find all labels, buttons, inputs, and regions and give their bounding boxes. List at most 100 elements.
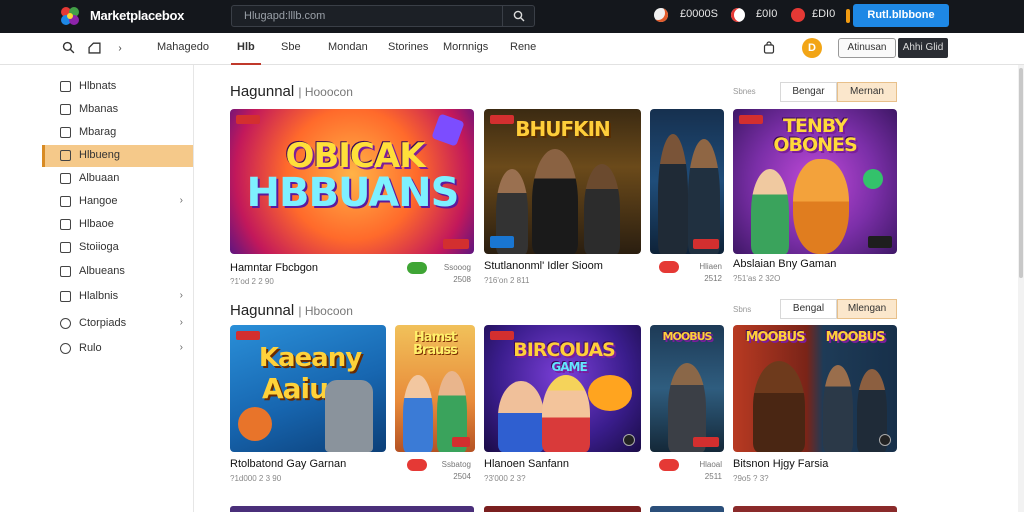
card-7-creature bbox=[588, 375, 632, 411]
game-card-10[interactable] bbox=[230, 506, 474, 512]
circle-icon bbox=[60, 318, 71, 329]
game-card-13[interactable] bbox=[733, 506, 897, 512]
card-3-badge bbox=[693, 239, 719, 249]
sidebar-item-12[interactable]: Rulo › bbox=[42, 338, 193, 360]
square-icon bbox=[60, 291, 71, 302]
bell-icon[interactable] bbox=[731, 8, 745, 22]
card-1-subtitle: ?1'od 2 2 90 bbox=[230, 277, 274, 286]
game-card-6[interactable]: Hamst Brauss bbox=[395, 325, 475, 452]
card-4-title[interactable]: Abslaian Bny Gaman bbox=[733, 258, 836, 270]
section-2-sort-option-2[interactable]: Mlengan bbox=[837, 299, 897, 319]
fire-icon[interactable] bbox=[654, 8, 668, 22]
tab-4[interactable]: Mondan bbox=[328, 41, 368, 53]
sidebar-item-7[interactable]: Hlbaoe bbox=[42, 214, 193, 236]
card-2-character-1 bbox=[532, 149, 578, 254]
gift-icon[interactable] bbox=[791, 8, 805, 22]
card-5-price-pill[interactable] bbox=[407, 459, 427, 471]
game-card-3[interactable] bbox=[650, 109, 724, 254]
logo-icon[interactable] bbox=[58, 4, 82, 28]
sidebar-item-8[interactable]: Stoiioga bbox=[42, 237, 193, 259]
sidebar-item-10[interactable]: Hlalbnis › bbox=[42, 286, 193, 308]
card-1-price-pill[interactable] bbox=[407, 262, 427, 274]
square-icon bbox=[60, 219, 71, 230]
card-7-art-subtitle: GAME bbox=[551, 360, 587, 374]
game-card-2[interactable]: BHUFKIN bbox=[484, 109, 641, 254]
sidebar-item-2[interactable]: Mbanas bbox=[42, 99, 193, 121]
arrow-icon[interactable]: › bbox=[112, 41, 128, 57]
card-7-tag bbox=[490, 331, 514, 340]
sidebar-item-5[interactable]: Albuaan bbox=[42, 168, 193, 190]
tab-6[interactable]: Mornnigs bbox=[443, 41, 488, 53]
tab-7[interactable]: Rene bbox=[510, 41, 536, 53]
square-icon bbox=[60, 196, 71, 207]
section-2-subtitle-text: Hbocoon bbox=[304, 304, 353, 318]
section-1-subtitle: | Hooocon bbox=[298, 85, 353, 99]
card-7-art-title: BIRCOUAS bbox=[513, 339, 616, 361]
scrollbar-thumb[interactable] bbox=[1019, 68, 1023, 278]
game-card-9[interactable]: MOOBUS MOOBUS bbox=[733, 325, 897, 452]
search-icon bbox=[513, 10, 524, 22]
section-2-sort-label: Sbns bbox=[733, 305, 752, 314]
card-7-title[interactable]: Hlanoen Sanfann bbox=[484, 458, 569, 470]
card-5-art-title: Kaeany bbox=[258, 343, 362, 373]
coin-icon[interactable]: D bbox=[802, 38, 822, 58]
dark-mode-button[interactable]: Ahhi Glid bbox=[898, 38, 948, 58]
square-icon bbox=[60, 81, 71, 92]
game-card-8[interactable]: MOOBUS bbox=[650, 325, 724, 452]
tab-2[interactable]: Hlb bbox=[231, 41, 261, 65]
square-icon bbox=[60, 266, 71, 277]
card-1-title[interactable]: Hamntar Fbcbgon bbox=[230, 262, 318, 274]
card-4-character-1 bbox=[793, 159, 849, 254]
account-button[interactable]: Atinusan bbox=[838, 38, 896, 58]
sidebar-item-1[interactable]: Hlbnats bbox=[42, 76, 193, 98]
game-card-1[interactable]: OBICAK HBBUANS bbox=[230, 109, 474, 254]
game-card-4[interactable]: TENBY OBONES bbox=[733, 109, 897, 254]
sidebar-item-11[interactable]: Ctorpiads › bbox=[42, 313, 193, 335]
sidebar-item-4[interactable]: Hlbueng bbox=[42, 145, 193, 167]
nav-row: › Mahagedo Hlb Sbe Mondan Storines Mornn… bbox=[0, 33, 1024, 65]
card-9-subtitle: ?9o5 ? 3? bbox=[733, 474, 769, 483]
card-5-title[interactable]: Rtolbatond Gay Garnan bbox=[230, 458, 346, 470]
brand-name[interactable]: Marketplacebox bbox=[90, 8, 184, 23]
bag-icon[interactable] bbox=[761, 41, 777, 57]
search-bar[interactable]: Hlugapd:lllb.com bbox=[231, 5, 535, 27]
section-1-sort-option-2[interactable]: Mernan bbox=[837, 82, 897, 102]
card-9-title[interactable]: Bitsnon Hjgy Farsia bbox=[733, 458, 828, 470]
sidebar-item-3[interactable]: Mbarag bbox=[42, 122, 193, 144]
chart-icon[interactable] bbox=[86, 41, 102, 57]
section-2-heading: Hagunnal bbox=[230, 302, 295, 319]
tab-1[interactable]: Mahagedo bbox=[157, 41, 209, 53]
card-9-info-icon[interactable] bbox=[879, 434, 891, 446]
card-9-character-1 bbox=[823, 365, 853, 452]
stat-2-value: £0I0 bbox=[756, 8, 778, 20]
stat-3-value: £DI0 bbox=[812, 8, 836, 20]
card-7-character-1 bbox=[498, 381, 544, 452]
sign-in-button[interactable]: Rutl.blbbone bbox=[853, 4, 949, 27]
sidebar-item-9[interactable]: Albueans bbox=[42, 261, 193, 283]
card-7-subtitle: ?3'000 2 3? bbox=[484, 474, 526, 483]
card-2-title[interactable]: Stutlanonml' Idler Sioom bbox=[484, 260, 603, 272]
square-icon bbox=[60, 242, 71, 253]
section-2-sort-option-1[interactable]: Bengal bbox=[780, 299, 837, 319]
tab-5[interactable]: Storines bbox=[388, 41, 428, 53]
card-9-art-title: MOOBUS bbox=[745, 330, 806, 345]
game-card-7[interactable]: BIRCOUAS GAME bbox=[484, 325, 641, 452]
sidebar-item-label: Hangoe bbox=[79, 195, 118, 207]
game-card-11[interactable] bbox=[484, 506, 641, 512]
card-2-price: Hliaen 2512 bbox=[699, 262, 722, 283]
tab-3[interactable]: Sbe bbox=[281, 41, 301, 53]
sidebar-item-6[interactable]: Hangoe › bbox=[42, 191, 193, 213]
card-6-badge bbox=[452, 437, 470, 447]
sidebar-item-label: Ctorpiads bbox=[79, 317, 127, 329]
search-button[interactable] bbox=[502, 6, 534, 26]
card-7-info-icon[interactable] bbox=[623, 434, 635, 446]
search-icon[interactable] bbox=[60, 41, 76, 57]
section-1-sort-option-1[interactable]: Bengar bbox=[780, 82, 837, 102]
search-input[interactable]: Hlugapd:lllb.com bbox=[244, 10, 325, 22]
card-1-art-title: OBICAK bbox=[285, 136, 425, 176]
card-7-price: Hlaoal 2511 bbox=[699, 460, 722, 481]
game-card-12[interactable] bbox=[650, 506, 724, 512]
chevron-right-icon: › bbox=[179, 317, 183, 328]
game-card-5[interactable]: Kaeany Aaiu bbox=[230, 325, 386, 452]
section-2-title: Hagunnal | Hbocoon bbox=[230, 302, 353, 319]
